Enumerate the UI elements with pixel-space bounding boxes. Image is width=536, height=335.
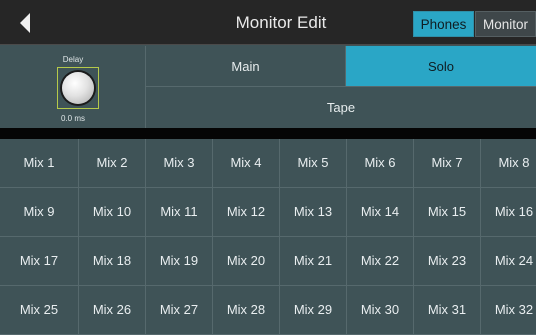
delay-value: 0.0 ms — [60, 114, 85, 123]
mix-button[interactable]: Mix 8 — [481, 139, 536, 188]
mix-button[interactable]: Mix 30 — [347, 286, 414, 335]
mix-button[interactable]: Mix 21 — [280, 237, 347, 286]
mix-button[interactable]: Mix 25 — [0, 286, 79, 335]
knob-icon — [62, 72, 94, 104]
mix-button[interactable]: Mix 1 — [0, 139, 79, 188]
mix-button[interactable]: Mix 2 — [79, 139, 146, 188]
title-bar: Monitor Edit Phones Monitor — [0, 0, 536, 45]
mix-button[interactable]: Mix 26 — [79, 286, 146, 335]
mix-button[interactable]: Mix 19 — [146, 237, 213, 286]
mix-button[interactable]: Mix 9 — [0, 188, 79, 237]
mix-button[interactable]: Mix 16 — [481, 188, 536, 237]
mix-button[interactable]: Mix 4 — [213, 139, 280, 188]
mix-grid: Mix 1 Mix 2 Mix 3 Mix 4 Mix 5 Mix 6 Mix 7 Mix 8… — [0, 139, 536, 335]
main-button[interactable]: Main — [146, 46, 346, 87]
mix-button[interactable]: Mix 29 — [280, 286, 347, 335]
mix-button[interactable]: Mix 17 — [0, 237, 79, 286]
delay-knob[interactable] — [57, 67, 99, 109]
tab-phones[interactable]: Phones — [413, 11, 474, 37]
mix-button[interactable]: Mix 22 — [347, 237, 414, 286]
tape-button[interactable]: Tape — [146, 87, 536, 128]
mix-button[interactable]: Mix 14 — [347, 188, 414, 237]
mix-button[interactable]: Mix 32 — [481, 286, 536, 335]
mix-button[interactable]: Mix 3 — [146, 139, 213, 188]
mix-button[interactable]: Mix 20 — [213, 237, 280, 286]
mix-button[interactable]: Mix 18 — [79, 237, 146, 286]
back-button[interactable] — [16, 12, 40, 34]
delay-label: Delay — [62, 55, 84, 64]
mix-button[interactable]: Mix 31 — [414, 286, 481, 335]
mix-button[interactable]: Mix 15 — [414, 188, 481, 237]
mix-button[interactable]: Mix 13 — [280, 188, 347, 237]
mix-button[interactable]: Mix 23 — [414, 237, 481, 286]
mix-button[interactable]: Mix 27 — [146, 286, 213, 335]
mix-button[interactable]: Mix 7 — [414, 139, 481, 188]
back-arrow-icon — [20, 13, 30, 33]
mix-button[interactable]: Mix 11 — [146, 188, 213, 237]
mix-button[interactable]: Mix 10 — [79, 188, 146, 237]
mix-button[interactable]: Mix 5 — [280, 139, 347, 188]
mix-button[interactable]: Mix 6 — [347, 139, 414, 188]
divider — [0, 128, 536, 139]
solo-button[interactable]: Solo — [346, 46, 536, 87]
delay-panel: Delay 0.0 ms — [0, 46, 146, 128]
mix-button[interactable]: Mix 28 — [213, 286, 280, 335]
mix-button[interactable]: Mix 12 — [213, 188, 280, 237]
mix-button[interactable]: Mix 24 — [481, 237, 536, 286]
tab-monitor[interactable]: Monitor — [475, 11, 536, 37]
